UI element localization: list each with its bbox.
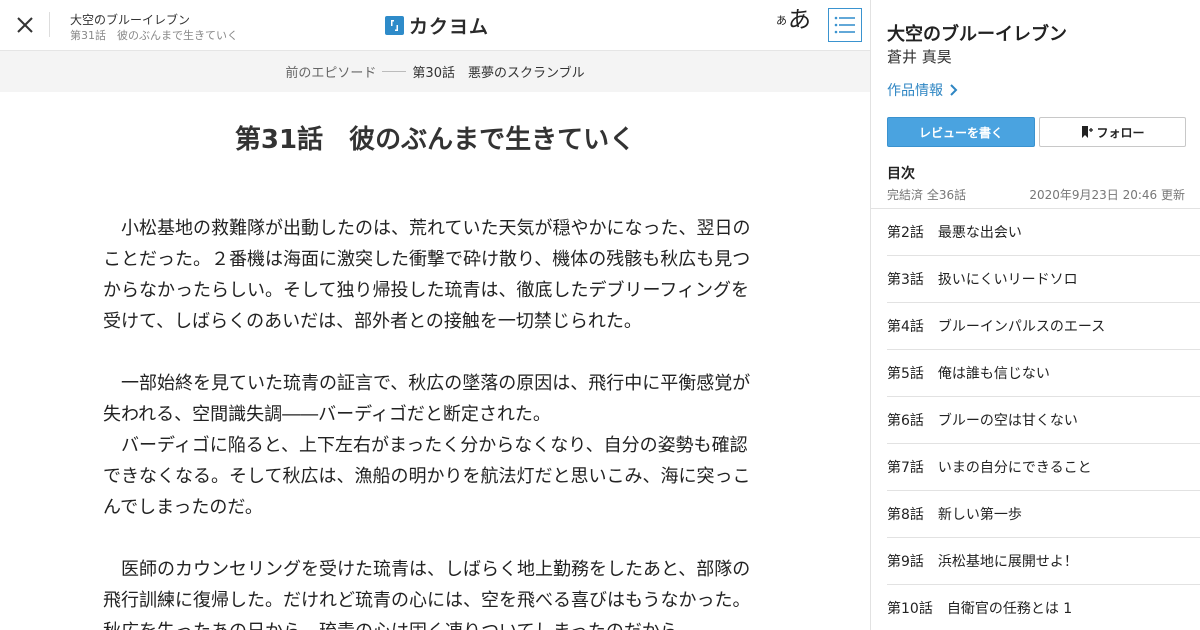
body-paragraph: バーディゴに陥ると、上下左右がまったく分からなくなり、自分の姿勢も確認できなくな… bbox=[103, 435, 751, 518]
work-info-link[interactable]: 作品情報 bbox=[887, 80, 961, 100]
previous-episode-title: 第30話 悪夢のスクランブル bbox=[412, 66, 585, 81]
font-size-button[interactable]: あ あ bbox=[776, 9, 811, 32]
toc-item[interactable]: 第6話 ブルーの空は甘くない bbox=[887, 397, 1200, 444]
sidebar-work-title[interactable]: 大空のブルーイレブン bbox=[887, 20, 1067, 46]
kakuyomu-logo[interactable]: カクヨム bbox=[385, 12, 489, 38]
font-size-small-glyph: あ bbox=[776, 14, 787, 27]
episode-subtitle: 第31話 彼のぶんまで生きていく bbox=[70, 29, 238, 42]
follow-button[interactable]: フォロー bbox=[1039, 117, 1186, 147]
episode-title: 第31話 彼のぶんまで生きていく bbox=[234, 125, 636, 155]
toc-item[interactable]: 第3話 扱いにくいリードソロ bbox=[887, 256, 1200, 303]
toc-status: 完結済 全36話 bbox=[887, 188, 967, 202]
toc-item[interactable]: 第5話 俺は誰も信じない bbox=[887, 350, 1200, 397]
list-icon bbox=[834, 16, 855, 34]
toc-item[interactable]: 第10話 自衛官の任務とは 1 bbox=[887, 585, 1200, 630]
work-info-label: 作品情報 bbox=[887, 83, 943, 99]
body-paragraph bbox=[103, 523, 753, 554]
toc-heading: 目次 bbox=[887, 166, 915, 182]
kakuyomu-logo-icon bbox=[385, 15, 404, 35]
chevron-right-icon bbox=[950, 84, 958, 96]
write-review-button[interactable]: レビューを書く bbox=[887, 117, 1035, 147]
body-paragraph: 医師のカウンセリングを受けた琉青は、しばらく地上勤務をしたあと、部隊の飛行訓練に… bbox=[103, 559, 751, 611]
font-size-large-glyph: あ bbox=[788, 7, 811, 33]
nav-divider-line bbox=[382, 71, 407, 72]
toc-item[interactable]: 第2話 最悪な出会い bbox=[887, 209, 1200, 256]
toc-item[interactable]: 第4話 ブルーインパルスのエース bbox=[887, 303, 1200, 350]
close-button[interactable] bbox=[11, 11, 39, 39]
episode-content: 第31話 彼のぶんまで生きていく 小松基地の救難隊が出動したのは、荒れていた天気… bbox=[0, 92, 870, 630]
toc-updated: 2020年9月23日 20:46 更新 bbox=[1029, 188, 1185, 202]
episode-body: 小松基地の救難隊が出動したのは、荒れていた天気が穏やかになった、翌日のことだった… bbox=[103, 213, 753, 630]
body-paragraph: 秋広を失ったあの日から、琉青の心は固く凍りついてしまったのだから。 bbox=[103, 616, 753, 630]
previous-episode-link[interactable]: 前のエピソード 第30話 悪夢のスクランブル bbox=[0, 51, 870, 92]
toc-item[interactable]: 第9話 浜松基地に展開せよ！ bbox=[887, 538, 1200, 585]
bookmark-plus-icon bbox=[1082, 126, 1094, 138]
body-paragraph: 小松基地の救難隊が出動したのは、荒れていた天気が穏やかになった、翌日のことだった… bbox=[103, 218, 751, 332]
previous-episode-label: 前のエピソード bbox=[285, 66, 377, 81]
toc-item[interactable]: 第8話 新しい第一歩 bbox=[887, 491, 1200, 538]
follow-label: フォロー bbox=[1096, 125, 1145, 140]
body-paragraph bbox=[103, 337, 753, 368]
toc-toggle-button[interactable] bbox=[828, 8, 862, 42]
sidebar-author[interactable]: 蒼井 真昊 bbox=[887, 46, 952, 67]
toc-item[interactable]: 第7話 いまの自分にできること bbox=[887, 444, 1200, 491]
work-title[interactable]: 大空のブルーイレブン bbox=[70, 11, 190, 28]
reader-header: 大空のブルーイレブン 第31話 彼のぶんまで生きていく カクヨム あ あ bbox=[0, 0, 870, 51]
write-review-label: レビューを書く bbox=[918, 125, 1003, 140]
header-divider bbox=[49, 12, 50, 37]
toc-sidebar: 大空のブルーイレブン 蒼井 真昊 作品情報 レビューを書く フォロー 目次 完結… bbox=[870, 0, 1200, 630]
close-icon bbox=[17, 17, 33, 33]
logo-text: カクヨム bbox=[409, 15, 490, 38]
toc-list: 第2話 最悪な出会い 第3話 扱いにくいリードソロ 第4話 ブルーインパルスのエ… bbox=[887, 209, 1200, 630]
body-paragraph: 一部始終を見ていた琉青の証言で、秋広の墜落の原因は、飛行中に平衡感覚が失われる、… bbox=[103, 373, 751, 425]
